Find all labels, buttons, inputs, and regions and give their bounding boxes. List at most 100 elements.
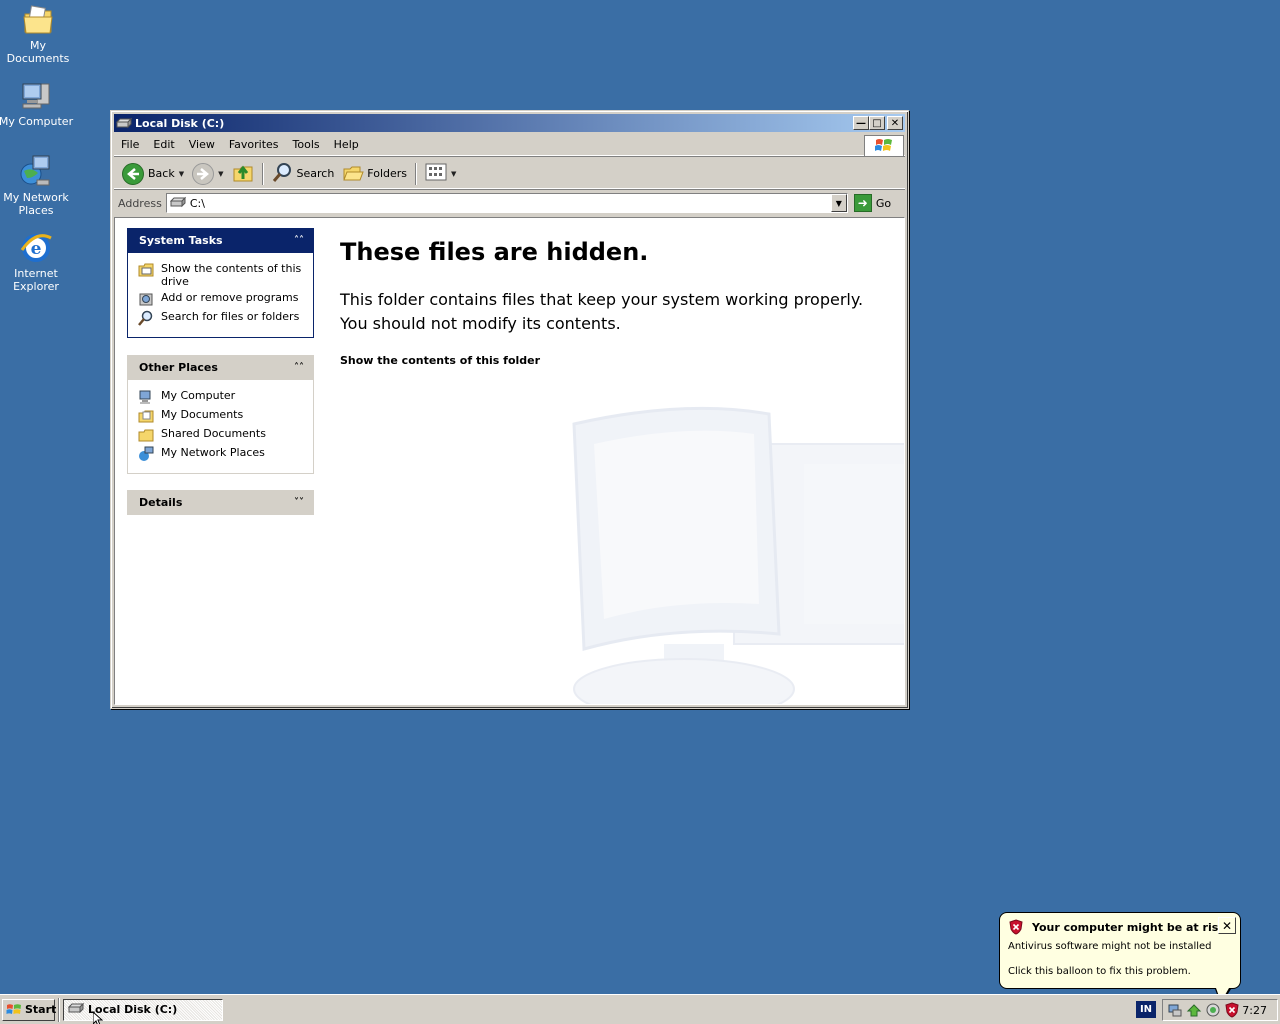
other-places-panel: Other Places ˄˄ My Computer My Documents… <box>127 355 314 474</box>
go-label: Go <box>875 196 892 210</box>
address-bar: Address C:\ ▼ ➜ Go <box>114 191 905 215</box>
computer-icon <box>19 78 53 112</box>
go-button[interactable]: ➜ Go <box>853 194 892 212</box>
security-shield-tray-icon[interactable] <box>1224 1002 1240 1018</box>
security-shield-icon <box>1008 919 1024 935</box>
search-button[interactable]: Search <box>268 161 339 187</box>
desktop-icon-internet-explorer[interactable]: e Internet Explorer <box>0 230 74 293</box>
start-label: Start <box>25 1003 57 1016</box>
balloon-close-button[interactable]: ✕ <box>1218 917 1236 934</box>
message-line: You should not modify its contents. <box>340 314 621 333</box>
volume-tray-icon[interactable] <box>1205 1002 1221 1018</box>
chevron-down-icon: ▼ <box>835 198 842 208</box>
place-label: My Documents <box>161 408 244 421</box>
desktop-icon-my-documents[interactable]: My Documents <box>0 2 76 65</box>
maximize-button[interactable]: □ <box>869 116 885 130</box>
go-arrow-icon: ➜ <box>853 194 872 212</box>
menu-tools[interactable]: Tools <box>286 138 327 151</box>
security-alert-balloon[interactable]: Your computer might be at risk Antivirus… <box>999 912 1241 1005</box>
task-search-files[interactable]: Search for files or folders <box>138 310 305 326</box>
address-input[interactable]: C:\ ▼ <box>165 193 848 213</box>
menu-bar: File Edit View Favorites Tools Help <box>114 134 905 157</box>
system-tasks-body: Show the contents of this drive Add or r… <box>127 253 314 338</box>
explorer-window: Local Disk (C:) — □ ✕ File Edit View Fav… <box>110 110 909 709</box>
place-my-network-places[interactable]: My Network Places <box>138 446 305 462</box>
drive-icon <box>115 116 133 130</box>
folders-button[interactable]: Folders <box>338 161 411 187</box>
forward-button[interactable]: ▼ <box>188 161 227 187</box>
details-panel: Details ˅˅ <box>127 490 314 515</box>
address-value: C:\ <box>189 196 205 210</box>
folders-icon <box>342 161 365 186</box>
expand-chevron-icon[interactable]: ˅˅ <box>294 497 304 508</box>
network-tray-icon[interactable] <box>1167 1002 1183 1018</box>
views-button[interactable]: ▼ <box>421 161 460 187</box>
up-folder-button[interactable] <box>228 161 258 187</box>
system-tasks-header[interactable]: System Tasks ˄˄ <box>127 228 314 253</box>
documents-folder-icon <box>138 408 154 424</box>
address-label: Address <box>118 196 162 210</box>
search-label: Search <box>296 167 335 180</box>
update-tray-icon[interactable] <box>1186 1002 1202 1018</box>
network-icon <box>138 446 154 462</box>
language-indicator[interactable]: IN <box>1136 1001 1156 1018</box>
back-button[interactable]: Back ▼ <box>118 161 188 187</box>
collapse-chevron-icon[interactable]: ˄˄ <box>294 235 304 246</box>
task-label: Show the contents of this drive <box>161 262 302 288</box>
start-button[interactable]: Start <box>2 998 57 1021</box>
internet-explorer-icon: e <box>19 230 53 264</box>
desktop-icon-my-network-places[interactable]: My Network Places <box>0 154 74 217</box>
collapse-chevron-icon[interactable]: ˄˄ <box>294 362 304 373</box>
details-title: Details <box>139 496 183 509</box>
mouse-cursor-icon <box>92 1010 104 1024</box>
menu-help[interactable]: Help <box>327 138 366 151</box>
taskbar: Start Local Disk (C:) IN 7:27 <box>0 994 1280 1024</box>
desktop-icon-label: My Documents <box>6 39 70 65</box>
folder-documents-icon <box>21 2 55 36</box>
computer-icon <box>138 389 154 405</box>
menu-edit[interactable]: Edit <box>146 138 181 151</box>
desktop-icon-label: Internet Explorer <box>13 267 59 293</box>
desktop-icon-label: My Network Places <box>3 191 69 217</box>
chevron-down-icon[interactable]: ▼ <box>218 170 223 178</box>
title-bar[interactable]: Local Disk (C:) — □ ✕ <box>114 114 905 132</box>
chevron-down-icon[interactable]: ▼ <box>179 170 184 178</box>
place-shared-documents[interactable]: Shared Documents <box>138 427 305 443</box>
views-icon <box>425 163 447 184</box>
place-label: My Network Places <box>161 446 265 459</box>
address-dropdown-button[interactable]: ▼ <box>830 194 847 212</box>
task-show-drive-contents[interactable]: Show the contents of this drive <box>138 262 305 288</box>
other-places-header[interactable]: Other Places ˄˄ <box>127 355 314 380</box>
balloon-title-row: Your computer might be at risk <box>1008 919 1232 935</box>
task-label: Add or remove programs <box>161 291 299 304</box>
close-button[interactable]: ✕ <box>887 116 903 130</box>
balloon-line2: Click this balloon to fix this problem. <box>1008 966 1191 977</box>
place-my-documents[interactable]: My Documents <box>138 408 305 424</box>
chevron-down-icon: ▼ <box>451 169 457 178</box>
taskbar-button-local-disk[interactable]: Local Disk (C:) <box>63 998 223 1021</box>
network-icon <box>19 154 53 188</box>
place-my-computer[interactable]: My Computer <box>138 389 305 405</box>
menu-favorites[interactable]: Favorites <box>222 138 286 151</box>
minimize-button[interactable]: — <box>853 116 869 130</box>
close-icon: ✕ <box>890 117 900 129</box>
search-icon <box>272 161 294 186</box>
menu-view[interactable]: View <box>182 138 222 151</box>
drive-icon <box>67 1002 85 1017</box>
close-icon: ✕ <box>1221 918 1233 933</box>
system-tray: 7:27 <box>1162 999 1278 1021</box>
windows-logo-icon <box>864 135 904 157</box>
forward-arrow-icon <box>192 162 215 185</box>
desktop-icon-my-computer[interactable]: My Computer <box>0 78 74 128</box>
details-header[interactable]: Details ˅˅ <box>127 490 314 515</box>
svg-text:e: e <box>31 239 42 259</box>
taskbar-divider <box>58 997 60 1022</box>
show-folder-contents-link[interactable]: Show the contents of this folder <box>340 354 540 367</box>
balloon-title: Your computer might be at risk <box>1032 920 1226 934</box>
menu-file[interactable]: File <box>114 138 146 151</box>
task-add-remove-programs[interactable]: Add or remove programs <box>138 291 305 307</box>
toolbar-separator <box>261 162 264 185</box>
clock[interactable]: 7:27 <box>1242 1004 1267 1017</box>
desktop-icon-label: My Computer <box>0 115 74 128</box>
place-label: My Computer <box>161 389 236 402</box>
